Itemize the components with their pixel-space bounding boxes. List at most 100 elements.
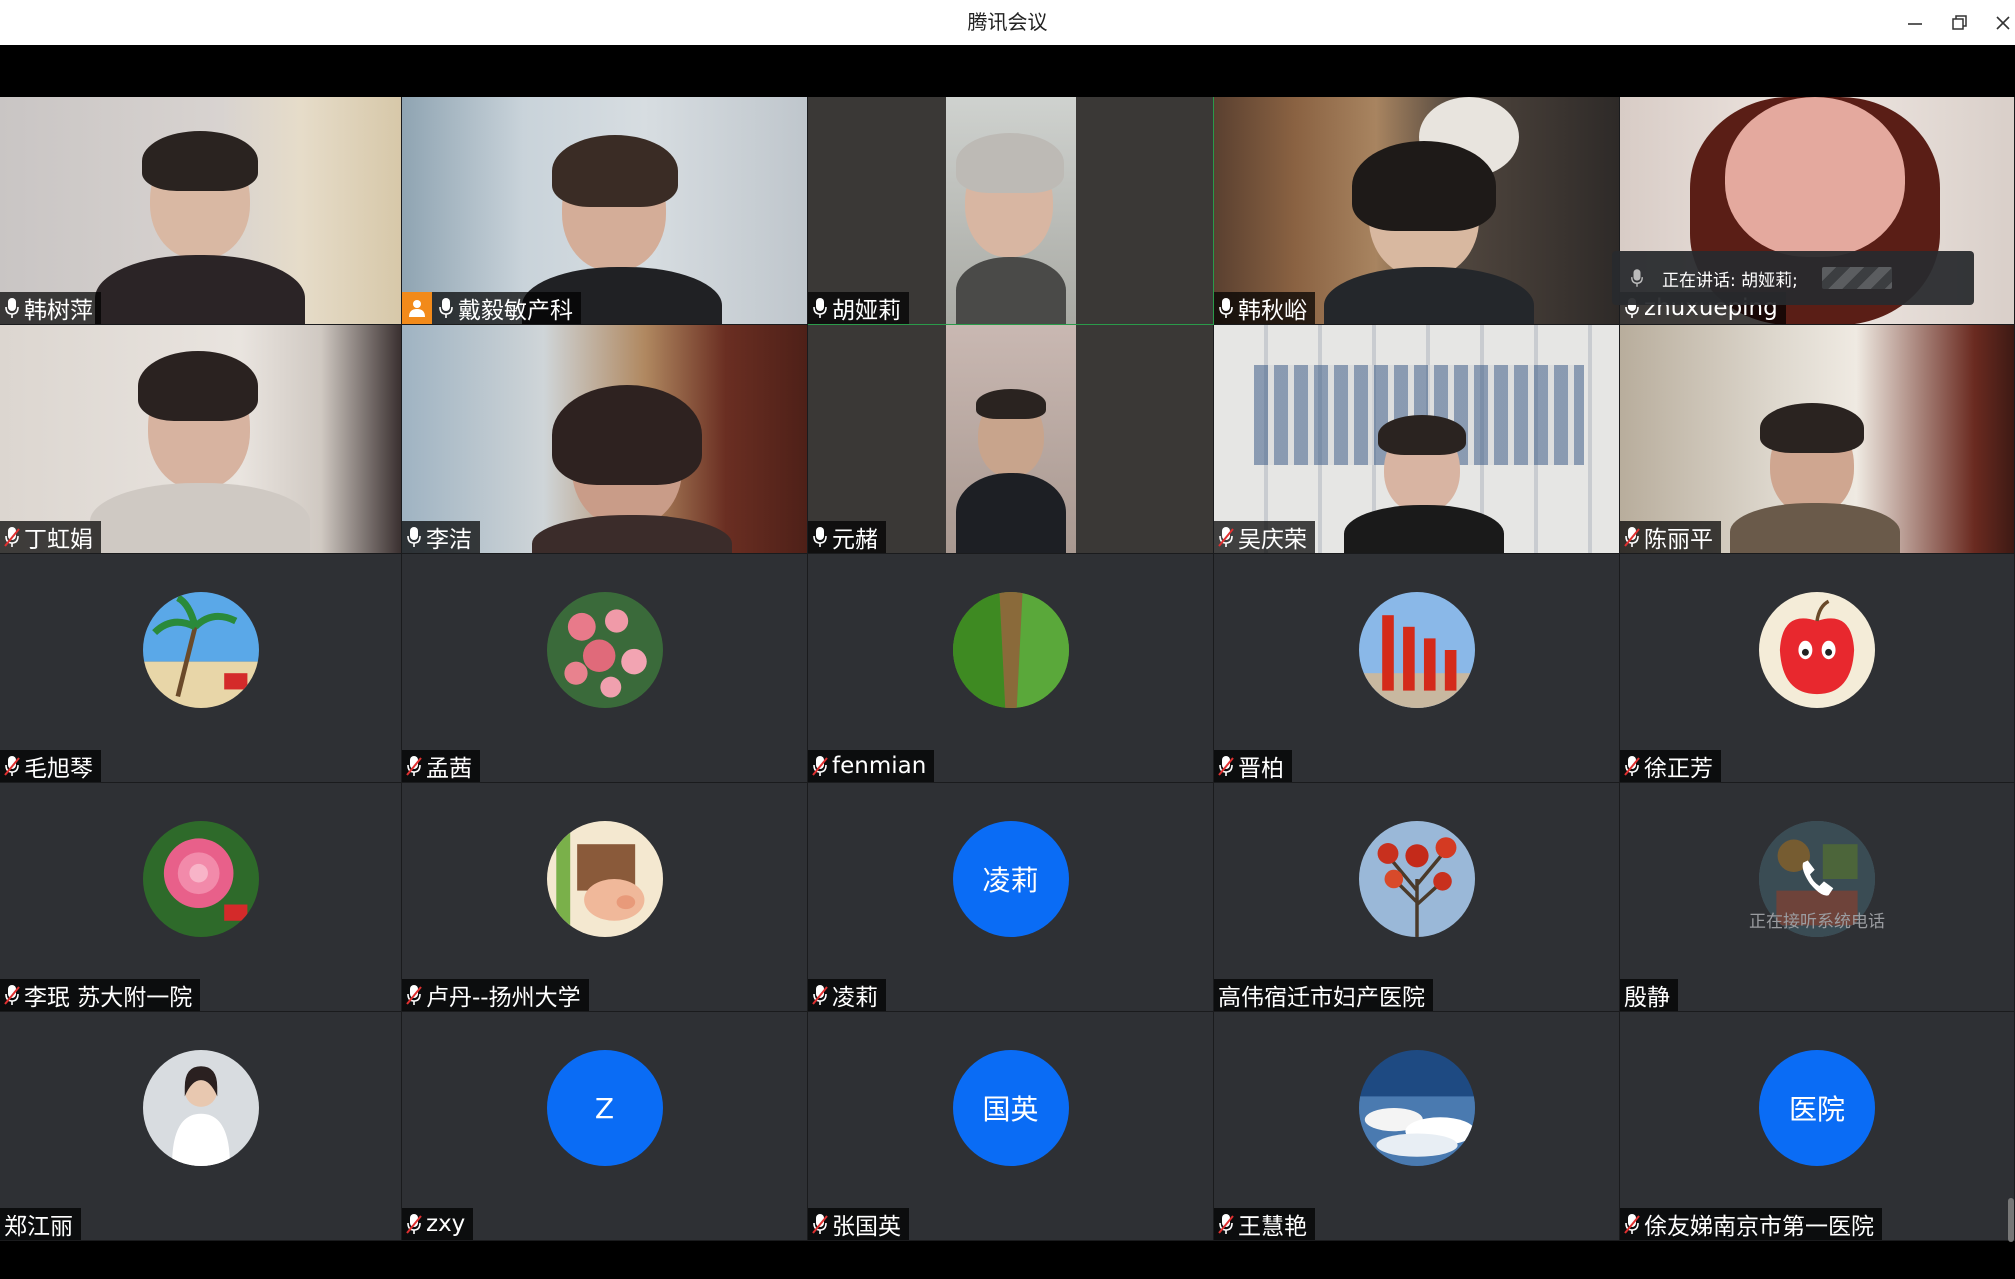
avatar-tile[interactable]: 晋柏 xyxy=(1214,554,1620,783)
participant-name-label: 张国英 xyxy=(808,1208,909,1240)
participant-name: 韩秋峪 xyxy=(1238,298,1307,324)
video-tile[interactable]: 陈丽平 xyxy=(1620,325,2015,554)
video-tile[interactable]: 吴庆荣 xyxy=(1214,325,1620,554)
initials-avatar: 国英 xyxy=(952,1050,1069,1166)
avatar-tile[interactable]: 孟茜 xyxy=(402,554,808,783)
participant-name-label: 晋柏 xyxy=(1214,750,1292,782)
participant-name-label: 韩秋峪 xyxy=(1214,292,1315,324)
pink-flowers-avatar xyxy=(546,592,663,708)
participant-name-label: 郑江丽 xyxy=(0,1208,81,1240)
video-tile[interactable]: 韩秋峪 xyxy=(1214,97,1620,325)
participant-video xyxy=(0,97,401,324)
top-black-strip xyxy=(0,45,2015,97)
participant-name: 高伟宿迁市妇产医院 xyxy=(1218,985,1425,1011)
participant-name: 张国英 xyxy=(832,1214,901,1240)
title-bar: 腾讯会议 xyxy=(0,0,2015,45)
microphone-muted-icon xyxy=(1218,756,1234,776)
avatar-tile[interactable]: 医院 俆友娣南京市第一医院 xyxy=(1620,1012,2015,1241)
participant-name-label: 元赭 xyxy=(808,521,886,553)
participant-name-label: 孟茜 xyxy=(402,750,480,782)
microphone-icon xyxy=(1631,269,1643,287)
participant-name: 郑江丽 xyxy=(4,1214,73,1240)
video-tile[interactable]: 李洁 xyxy=(402,325,808,554)
participant-name-label: 毛旭琴 xyxy=(0,750,101,782)
video-tile[interactable]: 元赭 xyxy=(808,325,1214,554)
participant-name: 俆友娣南京市第一医院 xyxy=(1644,1214,1874,1240)
avatar-tile[interactable]: 凌莉 凌莉 xyxy=(808,783,1214,1012)
avatar-tile[interactable]: Z zxy xyxy=(402,1012,808,1241)
participant-name-label: 俆友娣南京市第一医院 xyxy=(1620,1208,1882,1240)
participant-name: 丁虹娟 xyxy=(24,527,93,553)
microphone-muted-icon xyxy=(4,985,20,1005)
participant-name: 李珉 苏大附一院 xyxy=(24,985,193,1011)
avatar-tile[interactable]: fenmian xyxy=(808,554,1214,783)
avatar-tile[interactable]: 郑江丽 xyxy=(0,1012,402,1241)
avatar-tile[interactable]: 王慧艳 xyxy=(1214,1012,1620,1241)
beach-palm-avatar xyxy=(142,592,259,708)
participant-name-label: 陈丽平 xyxy=(1620,521,1721,553)
participant-name: 王慧艳 xyxy=(1238,1214,1307,1240)
microphone-muted-icon xyxy=(812,756,828,776)
participant-name: 韩树萍 xyxy=(24,298,93,324)
participant-name-label: 吴庆荣 xyxy=(1214,521,1315,553)
participant-name-label: 丁虹娟 xyxy=(0,521,101,553)
participant-name-label: 李洁 xyxy=(402,521,480,553)
phone-call-caption: 正在接听系统电话 xyxy=(1749,912,1885,932)
pig-cartoon-avatar xyxy=(546,821,663,937)
participant-video xyxy=(1214,97,1619,324)
restore-button[interactable] xyxy=(1944,8,1974,38)
apple-cartoon-avatar xyxy=(1759,592,1875,708)
avatar-tile[interactable]: 高伟宿迁市妇产医院 xyxy=(1214,783,1620,1012)
peony-avatar xyxy=(142,821,259,937)
microphone-icon xyxy=(813,527,827,547)
video-tile[interactable]: 韩树萍 xyxy=(0,97,402,325)
participant-name: 毛旭琴 xyxy=(24,756,93,782)
participant-name-label: 凌莉 xyxy=(808,979,886,1011)
scrollbar-handle[interactable] xyxy=(2008,1198,2014,1242)
participant-name-label: 王慧艳 xyxy=(1214,1208,1315,1240)
microphone-muted-icon xyxy=(1624,756,1640,776)
video-tile[interactable]: 戴毅敏产科 xyxy=(402,97,808,325)
participant-name-label: 高伟宿迁市妇产医院 xyxy=(1214,979,1433,1011)
participant-name: 晋柏 xyxy=(1238,756,1284,782)
restore-icon xyxy=(1952,15,1967,30)
participant-name: 殷静 xyxy=(1624,985,1670,1011)
avatar-tile[interactable]: 国英 张国英 xyxy=(808,1012,1214,1241)
participant-name: 胡娅莉 xyxy=(832,298,901,324)
participant-video xyxy=(808,325,1213,553)
microphone-icon xyxy=(1219,298,1233,318)
microphone-muted-icon xyxy=(812,1214,828,1234)
participant-name-label: zxy xyxy=(402,1208,474,1240)
video-tile[interactable]: 丁虹娟 xyxy=(0,325,402,554)
microphone-icon xyxy=(407,527,421,547)
initials-avatar: Z xyxy=(546,1050,663,1166)
sky-clouds-avatar xyxy=(1358,1050,1475,1166)
microphone-muted-icon xyxy=(4,756,20,776)
participant-video xyxy=(1214,325,1619,553)
microphone-muted-icon xyxy=(4,527,20,547)
close-button[interactable] xyxy=(1988,8,2015,38)
participant-video xyxy=(1620,325,2014,553)
participant-name-label: 李珉 苏大附一院 xyxy=(0,979,201,1011)
minimize-icon xyxy=(1908,23,1922,25)
speaking-notification: 正在讲话: 胡娅莉; xyxy=(1612,251,1974,305)
initials-avatar: 医院 xyxy=(1759,1050,1875,1166)
participant-video xyxy=(402,325,807,553)
close-icon xyxy=(1996,16,2010,30)
minimize-button[interactable] xyxy=(1900,8,1930,38)
avatar-tile[interactable]: 毛旭琴 xyxy=(0,554,402,783)
microphone-icon xyxy=(813,298,827,318)
participant-name: 吴庆荣 xyxy=(1238,527,1307,553)
avatar-tile[interactable]: 李珉 苏大附一院 xyxy=(0,783,402,1012)
participant-name: zxy xyxy=(426,1211,466,1237)
host-icon xyxy=(402,292,432,324)
video-tile-active-speaker[interactable]: 胡娅莉 xyxy=(808,97,1214,325)
avatar-tile[interactable]: 卢丹--扬州大学 xyxy=(402,783,808,1012)
window-title: 腾讯会议 xyxy=(967,10,1048,34)
microphone-muted-icon xyxy=(1624,527,1640,547)
red-tree-avatar xyxy=(1358,821,1475,937)
participant-name-label: 胡娅莉 xyxy=(808,292,909,324)
phone-tile[interactable]: 正在接听系统电话 殷静 xyxy=(1620,783,2015,1012)
avatar-tile[interactable]: 徐正芳 xyxy=(1620,554,2015,783)
participant-name: 卢丹--扬州大学 xyxy=(426,985,581,1011)
